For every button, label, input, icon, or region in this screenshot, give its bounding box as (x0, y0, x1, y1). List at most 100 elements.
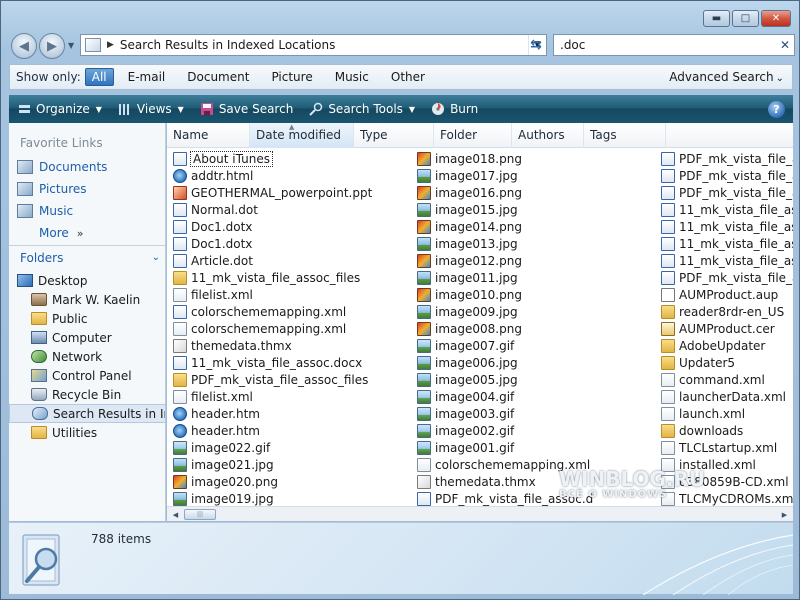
maximize-button[interactable]: □ (732, 10, 759, 27)
back-button[interactable]: ◀ (11, 33, 37, 59)
file-item[interactable]: PDF_mk_vista_file_assc (661, 184, 793, 201)
file-item[interactable]: image005.jpg (417, 371, 659, 388)
organize-button[interactable]: Organize ▼ (9, 95, 110, 123)
column-header-folder[interactable]: Folder (434, 123, 512, 148)
forward-button[interactable]: ▶ (39, 33, 65, 59)
filter-other[interactable]: Other (383, 68, 433, 86)
column-header-tags[interactable]: Tags (584, 123, 666, 148)
advanced-search-button[interactable]: Advanced Search ⌄ (669, 70, 784, 84)
filter-document[interactable]: Document (179, 68, 257, 86)
file-item[interactable]: colorschememapping.xml (173, 303, 417, 320)
file-item[interactable]: image002.gif (417, 422, 659, 439)
file-item[interactable]: 11_mk_vista_file_assoc (661, 252, 793, 269)
file-item[interactable]: 11_mk_vista_file_assoc.docx (173, 354, 417, 371)
file-item[interactable]: image004.gif (417, 388, 659, 405)
file-item[interactable]: addtr.html (173, 167, 417, 184)
file-item[interactable]: image009.jpg (417, 303, 659, 320)
file-item[interactable]: PDF_mk_vista_file_assc (661, 167, 793, 184)
file-item[interactable]: AUMProduct.cer (661, 320, 793, 337)
file-item[interactable]: 11_mk_vista_file_assoc_files (173, 269, 417, 286)
filter-all[interactable]: All (84, 68, 114, 86)
column-header-authors[interactable]: Authors (512, 123, 584, 148)
file-item[interactable]: image012.png (417, 252, 659, 269)
file-item[interactable]: Updater5 (661, 354, 793, 371)
file-item[interactable]: 11_mk_vista_file_assoc (661, 218, 793, 235)
file-item[interactable]: launcherData.xml (661, 388, 793, 405)
tree-node[interactable]: Search Results in Inde (9, 404, 166, 423)
file-item[interactable]: launch.xml (661, 405, 793, 422)
filter-email[interactable]: E-mail (120, 68, 174, 86)
clear-search-icon[interactable]: ✕ (776, 38, 794, 52)
file-item[interactable]: 11_mk_vista_file_assoc (661, 201, 793, 218)
file-item[interactable]: themedata.thmx (173, 337, 417, 354)
file-item[interactable]: image013.jpg (417, 235, 659, 252)
tree-node[interactable]: Public (9, 309, 166, 328)
file-item[interactable]: image019.jpg (173, 490, 417, 507)
file-item[interactable]: image017.jpg (417, 167, 659, 184)
file-item[interactable]: Normal.dot (173, 201, 417, 218)
favorite-link-documents[interactable]: Documents (9, 156, 165, 178)
file-item[interactable]: filelist.xml (173, 388, 417, 405)
file-item[interactable]: downloads (661, 422, 793, 439)
file-item[interactable]: Article.dot (173, 252, 417, 269)
tree-node[interactable]: Network (9, 347, 166, 366)
search-box[interactable]: .doc ✕ (553, 34, 795, 56)
search-input[interactable]: .doc (560, 38, 776, 52)
views-button[interactable]: Views ▼ (110, 95, 192, 123)
help-icon[interactable]: ? (768, 101, 785, 118)
scroll-left-arrow-icon[interactable]: ◀ (168, 508, 183, 521)
file-item[interactable]: image008.png (417, 320, 659, 337)
file-item[interactable]: 11_mk_vista_file_assoc (661, 235, 793, 252)
file-item[interactable]: image014.png (417, 218, 659, 235)
file-item[interactable]: image007.gif (417, 337, 659, 354)
save-search-button[interactable]: Save Search (192, 95, 302, 123)
column-header-type[interactable]: Type (354, 123, 434, 148)
file-item[interactable]: command.xml (661, 371, 793, 388)
file-item[interactable]: image010.png (417, 286, 659, 303)
search-tools-button[interactable]: Search Tools ▼ (301, 95, 423, 123)
favorite-link-music[interactable]: Music (9, 200, 165, 222)
file-item[interactable]: header.htm (173, 405, 417, 422)
refresh-button[interactable]: ⇆ (524, 34, 548, 56)
file-item[interactable]: PDF_mk_vista_file_assoc_files (173, 371, 417, 388)
tree-node[interactable]: Utilities (9, 423, 166, 442)
file-item[interactable]: PDF_mk_vista_file_assc (661, 150, 793, 167)
tree-node[interactable]: Mark W. Kaelin (9, 290, 166, 309)
file-item[interactable]: AUMProduct.aup (661, 286, 793, 303)
address-bar[interactable]: ▶ Search Results in Indexed Locations ▼ (80, 34, 547, 56)
filter-music[interactable]: Music (327, 68, 377, 86)
recent-pages-dropdown[interactable]: ▼ (68, 41, 74, 50)
favorite-link-pictures[interactable]: Pictures (9, 178, 165, 200)
file-item[interactable]: About iTunes (173, 150, 417, 167)
file-item[interactable]: image001.gif (417, 439, 659, 456)
file-item[interactable]: reader8rdr-en_US (661, 303, 793, 320)
file-item[interactable]: image018.png (417, 150, 659, 167)
file-item[interactable]: image006.jpg (417, 354, 659, 371)
close-button[interactable]: ✕ (761, 10, 791, 27)
file-item[interactable]: image022.gif (173, 439, 417, 456)
minimize-button[interactable]: ▬ (703, 10, 730, 27)
file-item[interactable]: image015.jpg (417, 201, 659, 218)
file-item[interactable]: Doc1.dotx (173, 235, 417, 252)
column-header-date-modified[interactable]: Date modified (250, 123, 354, 148)
more-links-button[interactable]: More » (9, 222, 165, 244)
filter-picture[interactable]: Picture (263, 68, 320, 86)
scroll-right-arrow-icon[interactable]: ▶ (777, 508, 792, 521)
breadcrumb-separator[interactable]: ▶ (107, 40, 114, 50)
file-item[interactable]: image003.gif (417, 405, 659, 422)
scrollbar-thumb[interactable]: ||| (184, 509, 216, 520)
tree-node[interactable]: Recycle Bin (9, 385, 166, 404)
file-item[interactable]: image011.jpg (417, 269, 659, 286)
column-header-name[interactable]: Name (167, 123, 250, 148)
breadcrumb-search-results[interactable]: Search Results in Indexed Locations (120, 38, 528, 52)
file-item[interactable]: image016.png (417, 184, 659, 201)
file-item[interactable]: Doc1.dotx (173, 218, 417, 235)
tree-node[interactable]: Desktop (9, 271, 166, 290)
tree-node[interactable]: Computer (9, 328, 166, 347)
file-item[interactable]: image021.jpg (173, 456, 417, 473)
file-item[interactable]: TLCLstartup.xml (661, 439, 793, 456)
file-item[interactable]: colorschememapping.xml (173, 320, 417, 337)
file-item[interactable]: GEOTHERMAL_powerpoint.ppt (173, 184, 417, 201)
file-item[interactable]: image020.png (173, 473, 417, 490)
file-item[interactable]: filelist.xml (173, 286, 417, 303)
